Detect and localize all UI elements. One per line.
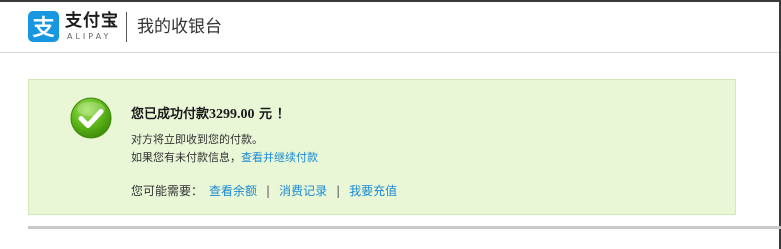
success-message: 您已成功付款3299.00 元 ！ <box>131 106 290 124</box>
page-title: 我的收银台 <box>137 17 222 37</box>
bottom-divider <box>28 226 781 229</box>
transaction-history-link[interactable]: 消费记录 <box>279 184 327 198</box>
continue-payment-link[interactable]: 查看并继续付款 <box>241 151 318 164</box>
success-prefix: 您已成功付款 <box>131 107 210 122</box>
suggested-actions: 您可能需要： 查看余额 | 消费记录 | 我要充值 <box>131 183 397 199</box>
logo-text[interactable]: 支付宝 <box>65 11 119 31</box>
svg-text:支: 支 <box>32 16 55 41</box>
unpaid-note: 如果您有未付款信息，查看并继续付款 <box>131 150 318 166</box>
link-separator: | <box>336 184 341 198</box>
view-balance-link[interactable]: 查看余额 <box>209 184 257 198</box>
payment-amount: 3299.00 <box>209 107 255 122</box>
success-suffix: 元 ！ <box>254 107 290 122</box>
top-up-link[interactable]: 我要充值 <box>349 184 397 198</box>
suggested-actions-label: 您可能需要： <box>131 184 204 198</box>
header-divider <box>126 12 127 42</box>
link-separator: | <box>266 184 271 198</box>
check-circle-icon <box>70 97 112 139</box>
alipay-logo-icon[interactable]: 支 <box>28 11 59 42</box>
unpaid-note-text: 如果您有未付款信息， <box>131 151 241 164</box>
header: 支 支付宝 ALIPAY 我的收银台 <box>0 2 779 53</box>
recipient-note: 对方将立即收到您的付款。 <box>131 133 263 146</box>
success-panel: 您已成功付款3299.00 元 ！ 对方将立即收到您的付款。 如果您有未付款信息… <box>28 79 736 215</box>
logo-subtext: ALIPAY <box>67 32 112 41</box>
